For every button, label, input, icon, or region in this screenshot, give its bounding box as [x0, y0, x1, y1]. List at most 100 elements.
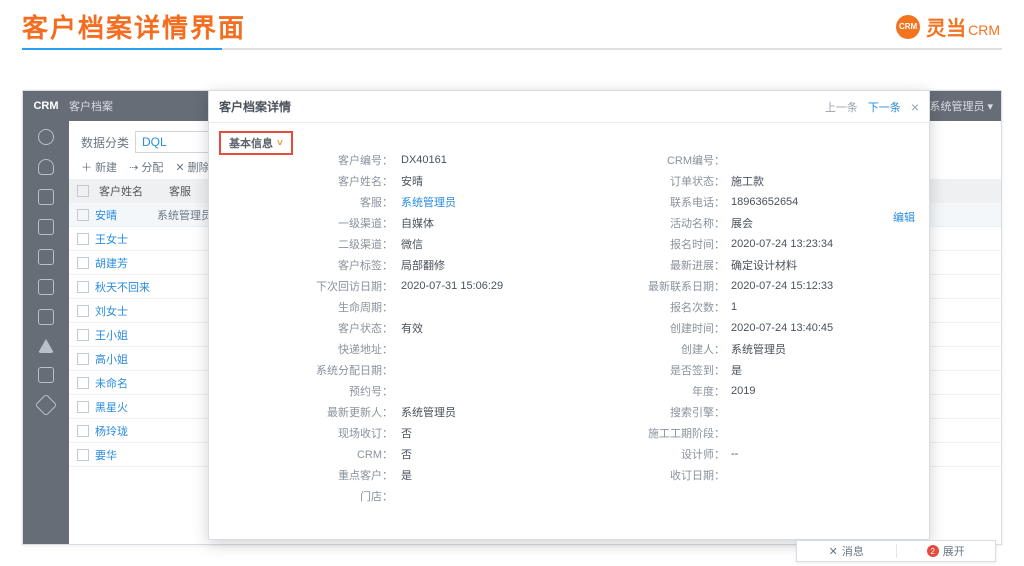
field-value: 是: [399, 467, 559, 483]
checkbox[interactable]: [77, 257, 89, 269]
field-label2: 最新联系日期：: [559, 278, 731, 294]
field-value2: 展会: [731, 215, 929, 231]
field-label: 客服：: [209, 194, 399, 210]
checkbox[interactable]: [77, 185, 89, 197]
field-label: 客户姓名：: [209, 173, 399, 189]
breadcrumb[interactable]: 客户档案: [69, 98, 113, 114]
detail-row: 客户标签：局部翻修最新进展：确定设计材料: [209, 254, 929, 275]
detail-row: 系统分配日期：是否签到：是: [209, 359, 929, 380]
detail-row: 客户姓名：安晴订单状态：施工款: [209, 170, 929, 191]
tool-icon[interactable]: [35, 394, 58, 417]
checkbox[interactable]: [77, 329, 89, 341]
field-value2: 施工款: [731, 173, 929, 189]
modal-header: 客户档案详情 上一条 下一条 ×: [209, 91, 929, 123]
field-value2: 1: [731, 301, 929, 313]
cell-name[interactable]: 王小姐: [95, 327, 157, 343]
field-label2: 最新进展：: [559, 257, 731, 273]
field-value2: --: [731, 448, 929, 460]
field-label: CRM：: [209, 446, 399, 462]
assign-button[interactable]: ⇢ 分配: [129, 159, 163, 175]
field-value: 否: [399, 446, 559, 462]
doc-icon[interactable]: [38, 189, 54, 205]
detail-row: 客服：系统管理员联系电话：18963652654: [209, 191, 929, 212]
checkbox[interactable]: [77, 377, 89, 389]
chart-icon[interactable]: [38, 249, 54, 265]
app-logo: CRM: [23, 100, 69, 112]
detail-row: 下次回访日期：2020-07-31 15:06:29最新联系日期：2020-07…: [209, 275, 929, 296]
field-label: 重点客户：: [209, 467, 399, 483]
lock-icon[interactable]: [38, 309, 54, 325]
prev-button[interactable]: 上一条: [825, 99, 858, 115]
dock-expand[interactable]: 2展开: [897, 543, 996, 559]
page-title: 客户档案详情界面: [22, 8, 246, 45]
detail-modal: 客户档案详情 上一条 下一条 × 基本信息 编辑 客户编号：DX40161CRM…: [208, 90, 930, 540]
cell-name[interactable]: 刘女士: [95, 303, 157, 319]
folder-icon[interactable]: [38, 219, 54, 235]
detail-row: 一级渠道：自媒体活动名称：展会: [209, 212, 929, 233]
cell-name[interactable]: 杨玲珑: [95, 423, 157, 439]
phone-icon[interactable]: [38, 367, 54, 383]
field-value: 系统管理员: [399, 404, 559, 420]
user-icon[interactable]: [38, 159, 54, 175]
card-icon[interactable]: [38, 279, 54, 295]
field-value2: 是: [731, 362, 929, 378]
field-value2: 18963652654: [731, 196, 929, 208]
field-label: 门店：: [209, 488, 399, 504]
detail-row: CRM：否设计师：--: [209, 443, 929, 464]
detail-row: 门店：: [209, 485, 929, 506]
brand: 灵当CRM: [896, 12, 1000, 41]
detail-row: 现场收订：否施工工期阶段：: [209, 422, 929, 443]
cell-name[interactable]: 秋天不回来: [95, 279, 157, 295]
th-name[interactable]: 客户姓名: [95, 183, 165, 199]
field-label2: 联系电话：: [559, 194, 731, 210]
detail-row: 生命周期：报名次数：1: [209, 296, 929, 317]
field-value: 自媒体: [399, 215, 559, 231]
field-label: 快递地址：: [209, 341, 399, 357]
field-label: 生命周期：: [209, 299, 399, 315]
brand-logo-icon: [896, 15, 920, 39]
cell-name[interactable]: 高小姐: [95, 351, 157, 367]
checkbox[interactable]: [77, 209, 89, 221]
cell-name[interactable]: 胡建芳: [95, 255, 157, 271]
checkbox[interactable]: [77, 449, 89, 461]
detail-grid: 客户编号：DX40161CRM编号：客户姓名：安晴订单状态：施工款客服：系统管理…: [209, 149, 929, 533]
field-label2: 活动名称：: [559, 215, 731, 231]
dock-bar[interactable]: ✕ 消息 2展开: [796, 540, 996, 562]
checkbox[interactable]: [77, 401, 89, 413]
field-label: 预约号：: [209, 383, 399, 399]
brand-suffix: CRM: [968, 22, 1000, 38]
cell-name[interactable]: 黑星火: [95, 399, 157, 415]
field-value2: 2020-07-24 15:12:33: [731, 280, 929, 292]
detail-row: 预约号： 年度：2019: [209, 380, 929, 401]
field-label2: 年度：: [559, 383, 731, 399]
home2-icon[interactable]: [38, 339, 54, 353]
field-label2: 创建人：: [559, 341, 731, 357]
checkbox[interactable]: [77, 233, 89, 245]
detail-row: 最新更新人：系统管理员搜索引擎：: [209, 401, 929, 422]
detail-row: 重点客户：是收订日期：: [209, 464, 929, 485]
close-icon[interactable]: ×: [911, 99, 919, 115]
field-value2: 2020-07-24 13:40:45: [731, 322, 929, 334]
checkbox[interactable]: [77, 425, 89, 437]
detail-row: 客户编号：DX40161CRM编号：: [209, 149, 929, 170]
cell-name[interactable]: 未命名: [95, 375, 157, 391]
cell-name[interactable]: 安晴: [95, 207, 157, 223]
divider: [22, 48, 1002, 50]
field-label2: 施工工期阶段：: [559, 425, 731, 441]
delete-button[interactable]: ✕ 删除: [175, 159, 209, 175]
checkbox[interactable]: [77, 281, 89, 293]
new-button[interactable]: ＋ 新建: [81, 159, 117, 175]
field-label: 客户状态：: [209, 320, 399, 336]
field-value2: 2019: [731, 385, 929, 397]
cell-name[interactable]: 要华: [95, 447, 157, 463]
next-button[interactable]: 下一条: [868, 99, 901, 115]
cell-name[interactable]: 王女士: [95, 231, 157, 247]
home-icon[interactable]: [38, 129, 54, 145]
field-label2: 创建时间：: [559, 320, 731, 336]
field-label2: 报名时间：: [559, 236, 731, 252]
field-value: 系统管理员: [399, 194, 559, 210]
checkbox[interactable]: [77, 353, 89, 365]
dock-msg[interactable]: ✕ 消息: [797, 543, 896, 559]
field-label2: 订单状态：: [559, 173, 731, 189]
checkbox[interactable]: [77, 305, 89, 317]
